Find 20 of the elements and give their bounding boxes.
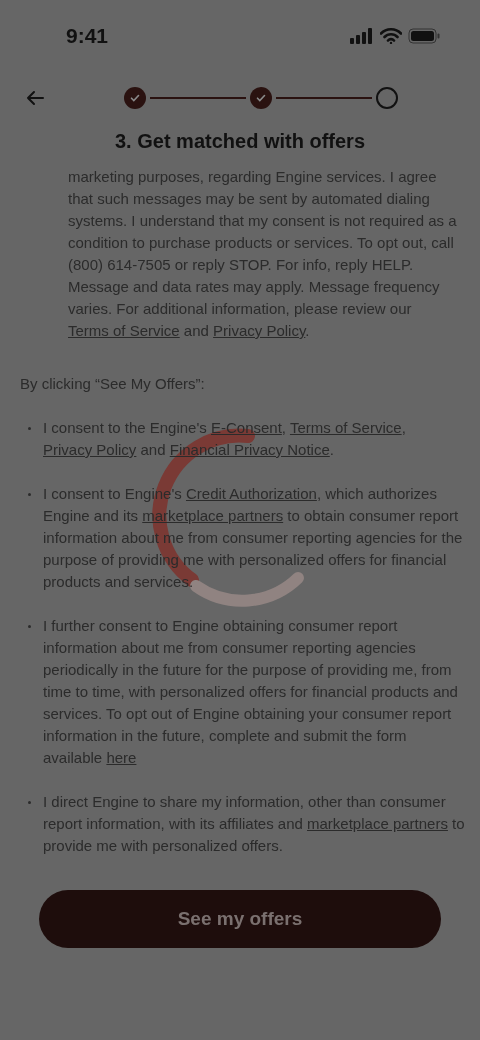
text-link[interactable]: marketplace partners <box>307 815 448 832</box>
text-link[interactable]: marketplace partners <box>142 507 284 524</box>
page-title: 3. Get matched with offers <box>114 130 366 152</box>
battery-icon <box>408 28 440 44</box>
bullet-icon <box>28 427 31 430</box>
status-time: 9:41 <box>66 23 109 50</box>
see-offers-button[interactable]: See my offers <box>39 890 441 948</box>
bullet-icon <box>28 625 31 628</box>
text-link[interactable]: Credit Authorization <box>185 485 317 502</box>
text-link[interactable]: here <box>106 749 137 766</box>
text-link[interactable]: Financial Privacy Notice <box>169 441 330 458</box>
text-link[interactable]: Terms of Service <box>289 419 402 436</box>
bullet-icon <box>28 493 31 496</box>
signal-icon <box>350 28 374 44</box>
intro-text: By clicking “See My Offers”: <box>19 374 206 394</box>
bullet-icon <box>28 801 31 804</box>
text-link[interactable]: Terms of Service <box>68 322 180 339</box>
text-link[interactable]: E-Consent <box>211 419 282 436</box>
wifi-icon <box>380 28 402 44</box>
text-link[interactable]: Privacy Policy <box>43 441 137 458</box>
